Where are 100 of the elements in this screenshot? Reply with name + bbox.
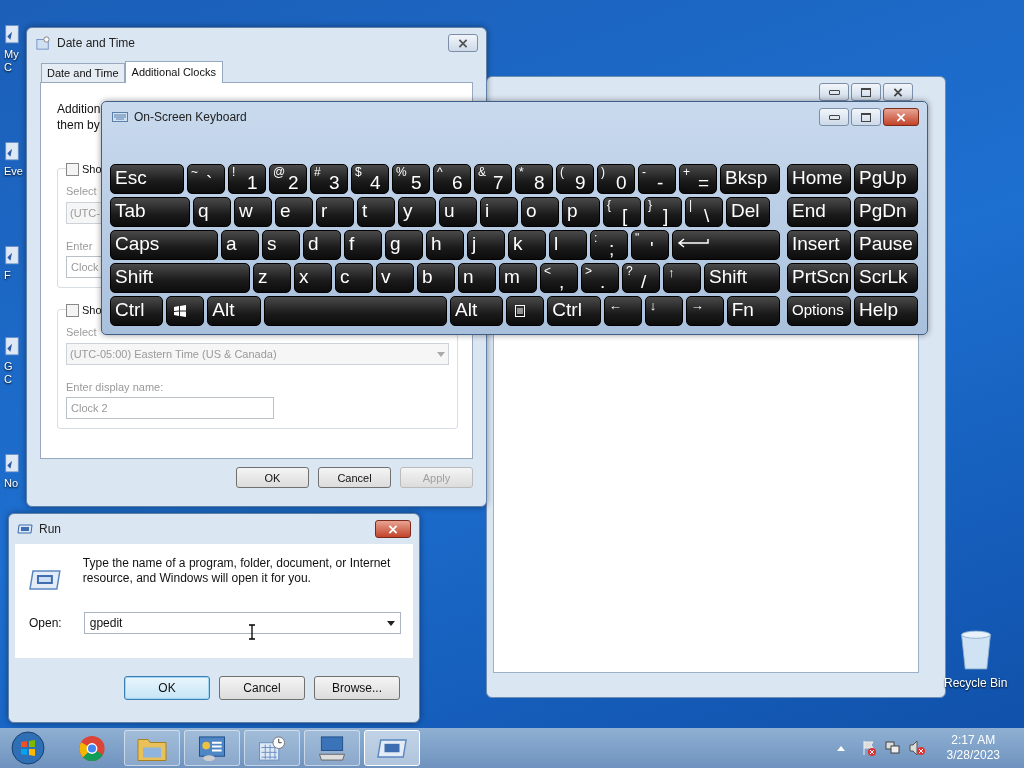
shortcut-icon[interactable] <box>4 24 20 46</box>
keyboard-key[interactable]: - - <box>638 164 676 194</box>
keyboard-key[interactable]: n <box>458 263 496 293</box>
keyboard-key[interactable]: Shift <box>704 263 780 293</box>
keyboard-key[interactable]: s <box>262 230 300 260</box>
start-button[interactable] <box>10 730 46 766</box>
keyboard-key[interactable]: ) 0 <box>597 164 635 194</box>
desktop-icon-label[interactable]: Recycle Bin <box>944 676 1008 690</box>
keyboard-key[interactable]: ? / <box>622 263 660 293</box>
keyboard-key[interactable]: $ 4 <box>351 164 389 194</box>
keyboard-key[interactable]: Caps <box>110 230 218 260</box>
keyboard-key[interactable]: % 5 <box>392 164 430 194</box>
keyboard-key[interactable]: Del <box>726 197 770 227</box>
desktop-icon-label[interactable]: My C <box>4 48 26 74</box>
maximize-button[interactable] <box>851 83 881 101</box>
keyboard-key[interactable]: & 7 <box>474 164 512 194</box>
dialog-button[interactable]: OK <box>124 676 210 700</box>
keyboard-key[interactable]: } ] <box>644 197 682 227</box>
keyboard-key[interactable] <box>166 296 205 326</box>
desktop-icon-label[interactable]: Eve <box>4 165 23 178</box>
taskbar-button[interactable] <box>124 730 180 766</box>
keyboard-key[interactable]: Esc <box>110 164 184 194</box>
desktop-icon-label[interactable]: No <box>4 477 19 490</box>
keyboard-key[interactable]: PgDn <box>854 197 918 227</box>
keyboard-key[interactable]: u <box>439 197 477 227</box>
taskbar-button[interactable] <box>244 730 300 766</box>
keyboard-key[interactable]: ScrLk <box>854 263 918 293</box>
keyboard-key[interactable]: Home <box>787 164 851 194</box>
keyboard-key[interactable]: h <box>426 230 464 260</box>
close-button[interactable] <box>883 108 919 126</box>
keyboard-key[interactable]: → <box>685 296 724 326</box>
keyboard-key[interactable]: Alt <box>207 296 261 326</box>
show-hidden-icons-icon[interactable] <box>836 745 845 751</box>
keyboard-key[interactable]: q <box>193 197 231 227</box>
taskbar-button[interactable] <box>184 730 240 766</box>
keyboard-key[interactable]: { [ <box>603 197 641 227</box>
speaker-muted-icon[interactable] <box>908 740 925 756</box>
open-combobox[interactable]: gpedit <box>83 612 401 634</box>
shortcut-icon[interactable] <box>4 141 20 163</box>
minimize-button[interactable] <box>819 83 849 101</box>
keyboard-key[interactable]: @2 <box>269 164 307 194</box>
keyboard-key[interactable]: Options <box>787 296 851 326</box>
keyboard-key[interactable]: b <box>417 263 455 293</box>
keyboard-key[interactable]: Shift <box>110 263 250 293</box>
dialog-button[interactable]: Cancel <box>219 676 305 700</box>
taskbar-button[interactable] <box>304 730 360 766</box>
desktop-icon-label[interactable]: G C <box>4 360 13 386</box>
keyboard-key[interactable]: m <box>499 263 537 293</box>
keyboard-key[interactable]: z <box>253 263 291 293</box>
shortcut-icon[interactable] <box>4 336 20 358</box>
keyboard-key[interactable]: x <box>294 263 332 293</box>
keyboard-key[interactable]: " ' <box>631 230 669 260</box>
keyboard-key[interactable]: < , <box>540 263 578 293</box>
dialog-button[interactable]: OK <box>236 467 309 488</box>
keyboard-key[interactable]: ↑ <box>663 263 701 293</box>
keyboard-key[interactable]: Alt <box>450 296 504 326</box>
keyboard-key[interactable]: Tab <box>110 197 190 227</box>
dialog-button[interactable]: Browse... <box>314 676 400 700</box>
keyboard-key[interactable]: PgUp <box>854 164 918 194</box>
keyboard-key[interactable]: ← <box>603 296 642 326</box>
keyboard-key[interactable]: : ; <box>590 230 628 260</box>
keyboard-key[interactable]: Bksp <box>720 164 780 194</box>
keyboard-key[interactable]: t <box>357 197 395 227</box>
tab[interactable]: Additional Clocks <box>124 61 223 83</box>
keyboard-key[interactable]: * 8 <box>515 164 553 194</box>
shortcut-icon[interactable] <box>4 245 20 267</box>
keyboard-key[interactable]: | \ <box>685 197 723 227</box>
keyboard-key[interactable]: j <box>467 230 505 260</box>
keyboard-key[interactable]: Insert <box>787 230 851 260</box>
keyboard-key[interactable]: + = <box>679 164 717 194</box>
keyboard-key[interactable]: f <box>344 230 382 260</box>
network-icon[interactable] <box>884 740 901 756</box>
close-button[interactable] <box>448 34 478 52</box>
minimize-button[interactable] <box>819 108 849 126</box>
keyboard-key[interactable] <box>506 296 545 326</box>
keyboard-key[interactable]: Fn <box>726 296 780 326</box>
shortcut-icon[interactable] <box>4 453 20 475</box>
keyboard-key[interactable]: k <box>508 230 546 260</box>
keyboard-key[interactable]: > . <box>581 263 619 293</box>
checkbox[interactable] <box>66 162 79 176</box>
keyboard-key[interactable]: PrtScn <box>787 263 851 293</box>
enter-key[interactable] <box>672 230 780 260</box>
flag-warning-icon[interactable] <box>860 740 877 756</box>
keyboard-key[interactable]: r <box>316 197 354 227</box>
keyboard-key[interactable]: ! 1 <box>228 164 266 194</box>
keyboard-key[interactable]: End <box>787 197 851 227</box>
keyboard-key[interactable]: w <box>234 197 272 227</box>
keyboard-key[interactable]: ~ ` <box>187 164 225 194</box>
keyboard-key[interactable]: g <box>385 230 423 260</box>
keyboard-key[interactable]: d <box>303 230 341 260</box>
keyboard-key[interactable]: y <box>398 197 436 227</box>
keyboard-key[interactable]: l <box>549 230 587 260</box>
taskbar-button[interactable] <box>364 730 420 766</box>
checkbox[interactable] <box>66 303 79 317</box>
dialog-button[interactable]: Cancel <box>318 467 391 488</box>
keyboard-key[interactable]: ^ 6 <box>433 164 471 194</box>
keyboard-key[interactable]: Help <box>854 296 918 326</box>
close-button[interactable] <box>375 520 411 538</box>
tab[interactable]: Date and Time <box>41 63 125 82</box>
keyboard-key[interactable]: a <box>221 230 259 260</box>
